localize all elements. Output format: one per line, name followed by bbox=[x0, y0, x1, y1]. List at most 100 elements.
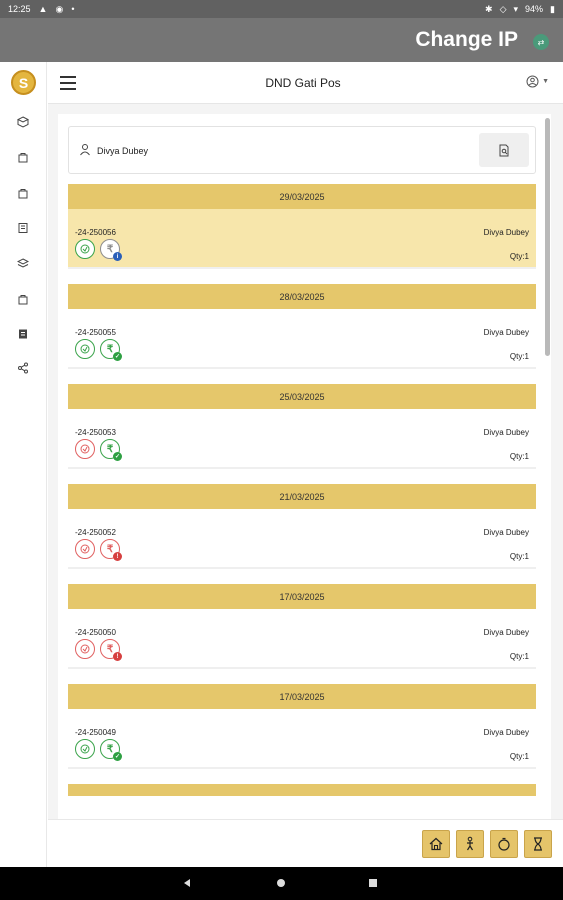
person-walk-button[interactable] bbox=[456, 830, 484, 858]
bag-icon-3[interactable] bbox=[15, 291, 31, 307]
home-icon bbox=[429, 837, 443, 851]
date-header: 25/03/2025 bbox=[68, 384, 536, 409]
scrollbar[interactable] bbox=[545, 114, 550, 852]
order-row[interactable]: -24-250056 Divya Dubey Qty:1 ₹ i bbox=[68, 209, 536, 269]
payment-badge-icon: ✓ bbox=[113, 352, 122, 361]
payment-badge-icon: ! bbox=[113, 652, 122, 661]
date-header-partial bbox=[68, 784, 536, 796]
main-content: DND Gati Pos ▼ Divya Dubey 29/03/2025 -24… bbox=[48, 62, 563, 867]
app-logo[interactable]: S bbox=[11, 70, 36, 95]
order-row[interactable]: -24-250053 Divya Dubey Qty:1 ₹ ✓ bbox=[68, 409, 536, 469]
status-bar: 12:25 ▲ ◉ • ✱ ◇ ▾ 94% ▮ bbox=[0, 0, 563, 18]
notification-icon: ◉ bbox=[55, 3, 64, 14]
payment-badge-icon: ✓ bbox=[113, 752, 122, 761]
home-nav-icon[interactable] bbox=[275, 877, 287, 889]
payment-rupee-icon[interactable]: ₹ ✓ bbox=[100, 739, 122, 761]
back-icon[interactable] bbox=[181, 877, 193, 889]
bluetooth-icon: ✱ bbox=[485, 3, 493, 14]
order-status-icon[interactable] bbox=[75, 539, 95, 559]
bag-icon-2[interactable] bbox=[15, 185, 31, 201]
order-qty: Qty:1 bbox=[509, 752, 529, 761]
order-customer: Divya Dubey bbox=[483, 428, 529, 437]
hourglass-button[interactable] bbox=[524, 830, 552, 858]
order-customer: Divya Dubey bbox=[483, 528, 529, 537]
date-header: 21/03/2025 bbox=[68, 484, 536, 509]
cube-icon[interactable] bbox=[15, 114, 31, 130]
wifi-icon: ▾ bbox=[513, 3, 519, 14]
person-icon bbox=[80, 144, 90, 156]
user-circle-icon bbox=[526, 75, 539, 88]
order-customer: Divya Dubey bbox=[483, 628, 529, 637]
timer-icon bbox=[498, 837, 510, 851]
order-row[interactable]: -24-250049 Divya Dubey Qty:1 ₹ ✓ bbox=[68, 709, 536, 769]
page-header: DND Gati Pos ▼ bbox=[48, 62, 563, 104]
system-nav-bar bbox=[0, 867, 563, 900]
chevron-down-icon: ▼ bbox=[542, 78, 549, 85]
order-qty: Qty:1 bbox=[509, 452, 529, 461]
layers-icon[interactable] bbox=[15, 256, 31, 272]
scrollbar-thumb[interactable] bbox=[545, 118, 550, 356]
document-button[interactable] bbox=[479, 133, 529, 167]
status-icons: ₹ ✓ bbox=[75, 439, 122, 461]
payment-rupee-icon[interactable]: ₹ i bbox=[100, 239, 122, 261]
timer-button[interactable] bbox=[490, 830, 518, 858]
page-title: DND Gati Pos bbox=[265, 76, 341, 90]
dot-icon: • bbox=[71, 4, 75, 14]
date-header: 17/03/2025 bbox=[68, 584, 536, 609]
report-icon[interactable] bbox=[15, 326, 31, 342]
payment-badge-icon: i bbox=[113, 252, 122, 261]
orders-panel: Divya Dubey 29/03/2025 -24-250056 Divya Du… bbox=[58, 114, 551, 852]
home-button[interactable] bbox=[422, 830, 450, 858]
customer-box: Divya Dubey bbox=[68, 126, 536, 174]
status-icons: ₹ ✓ bbox=[75, 339, 122, 361]
app-bar: Change IP ⇄ bbox=[0, 18, 563, 62]
order-number: -24-250050 bbox=[75, 628, 116, 637]
sidebar: S bbox=[0, 62, 47, 867]
payment-rupee-icon[interactable]: ₹ ✓ bbox=[100, 439, 122, 461]
order-number: -24-250053 bbox=[75, 428, 116, 437]
orders-list: 29/03/2025 -24-250056 Divya Dubey Qty:1 ₹ i 28… bbox=[68, 184, 536, 796]
order-status-icon[interactable] bbox=[75, 239, 95, 259]
footer-actions bbox=[48, 819, 563, 867]
order-status-icon[interactable] bbox=[75, 639, 95, 659]
bag-icon[interactable] bbox=[15, 149, 31, 165]
order-row[interactable]: -24-250055 Divya Dubey Qty:1 ₹ ✓ bbox=[68, 309, 536, 369]
status-icons: ₹! bbox=[75, 539, 122, 561]
change-ip-title[interactable]: Change IP bbox=[415, 28, 518, 52]
order-number: -24-250056 bbox=[75, 228, 116, 237]
ip-switch-icon[interactable]: ⇄ bbox=[533, 34, 549, 50]
alert-icon: ▲ bbox=[38, 4, 48, 14]
order-qty: Qty:1 bbox=[509, 252, 529, 261]
user-menu[interactable]: ▼ bbox=[526, 75, 549, 88]
payment-rupee-icon[interactable]: ₹! bbox=[100, 639, 122, 661]
order-row[interactable]: -24-250052 Divya Dubey Qty:1 ₹! bbox=[68, 509, 536, 569]
recents-icon[interactable] bbox=[367, 877, 379, 889]
customer-name: Divya Dubey bbox=[97, 146, 149, 156]
order-status-icon[interactable] bbox=[75, 339, 95, 359]
order-customer: Divya Dubey bbox=[483, 328, 529, 337]
order-number: -24-250055 bbox=[75, 328, 116, 337]
order-customer: Divya Dubey bbox=[483, 228, 529, 237]
clock: 12:25 bbox=[8, 4, 31, 14]
order-qty: Qty:1 bbox=[509, 652, 529, 661]
date-header: 29/03/2025 bbox=[68, 184, 536, 209]
payment-rupee-icon[interactable]: ₹! bbox=[100, 539, 122, 561]
document-icon bbox=[499, 144, 509, 156]
order-row[interactable]: -24-250050 Divya Dubey Qty:1 ₹! bbox=[68, 609, 536, 669]
hourglass-icon bbox=[534, 837, 542, 851]
share-icon[interactable] bbox=[15, 360, 31, 376]
order-number: -24-250049 bbox=[75, 728, 116, 737]
payment-badge-icon: ! bbox=[113, 552, 122, 561]
order-status-icon[interactable] bbox=[75, 739, 95, 759]
status-icons: ₹ ✓ bbox=[75, 739, 122, 761]
order-status-icon[interactable] bbox=[75, 439, 95, 459]
order-qty: Qty:1 bbox=[509, 552, 529, 561]
person-walk-icon bbox=[466, 836, 474, 851]
book-icon[interactable] bbox=[15, 220, 31, 236]
order-number: -24-250052 bbox=[75, 528, 116, 537]
date-header: 17/03/2025 bbox=[68, 684, 536, 709]
payment-rupee-icon[interactable]: ₹ ✓ bbox=[100, 339, 122, 361]
order-qty: Qty:1 bbox=[509, 352, 529, 361]
battery-text: 94% bbox=[525, 4, 544, 14]
status-icons: ₹! bbox=[75, 639, 122, 661]
